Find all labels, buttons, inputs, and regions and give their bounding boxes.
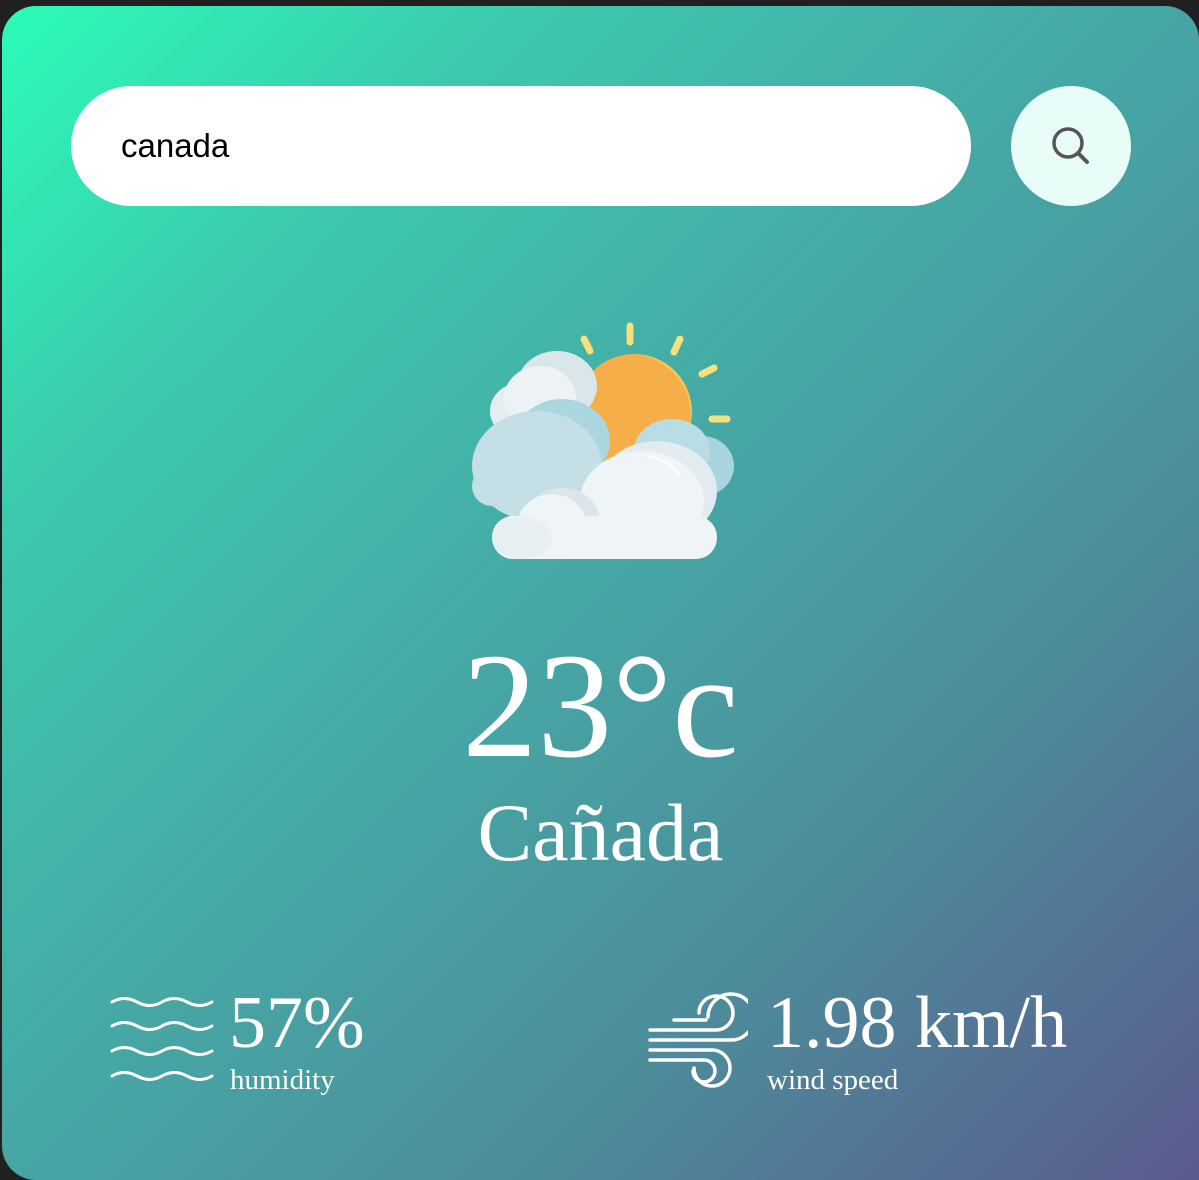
wind-label: wind speed — [767, 1064, 899, 1096]
humidity-value: 57% — [229, 982, 365, 1064]
wind-icon — [648, 992, 748, 1088]
wind-value: 1.98 km/h — [767, 982, 1068, 1064]
city-name: Cañada — [477, 787, 724, 878]
search-button[interactable] — [1011, 86, 1131, 206]
temperature: 23°c — [462, 623, 739, 789]
humidity-label: humidity — [230, 1064, 335, 1096]
search-input[interactable] — [71, 86, 971, 206]
weather-card: 23°c Cañada 57% humidity 1.98 km/h wind … — [2, 6, 1199, 1180]
humidity-icon — [110, 997, 214, 1081]
partly-cloudy-icon — [472, 322, 734, 559]
search-icon — [1052, 127, 1089, 164]
